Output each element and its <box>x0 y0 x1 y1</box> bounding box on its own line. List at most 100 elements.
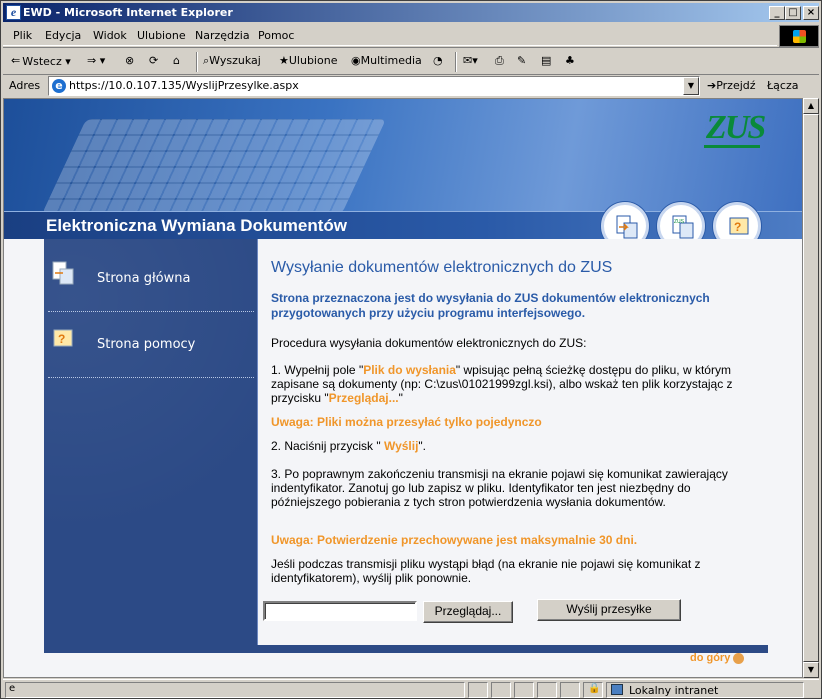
toolbar-separator <box>455 52 457 72</box>
intranet-icon <box>611 684 623 695</box>
favorites-button[interactable]: ★Ulubione <box>279 54 337 67</box>
file-path-input[interactable] <box>263 601 417 621</box>
go-button[interactable]: ➔Przejdź <box>707 79 756 92</box>
zone-panel: Lokalny intranet <box>606 682 804 698</box>
refresh-icon[interactable]: ⟳ <box>149 54 158 67</box>
status-slot <box>514 682 534 698</box>
intro-text: Strona przeznaczona jest do wysyłania do… <box>271 291 710 320</box>
address-dropdown-icon[interactable]: ▼ <box>683 77 699 95</box>
page-icon: e <box>52 79 66 93</box>
address-input[interactable]: e https://10.0.107.135/WyslijPrzesylke.a… <box>48 76 700 96</box>
messenger-icon[interactable]: ♣ <box>565 54 575 67</box>
procedure-text: Procedura wysyłania dokumentów elektroni… <box>271 336 587 350</box>
media-button[interactable]: ◉Multimedia <box>351 54 422 67</box>
help-icon: ? <box>53 329 73 347</box>
back-button[interactable]: ⇐ Wstecz ▾ <box>11 54 71 70</box>
menu-edycja[interactable]: Edycja <box>45 29 81 42</box>
menu-widok[interactable]: Widok <box>93 29 127 42</box>
toolbar: ⇐ Wstecz ▾ ⇒ ▾ ⊗ ⟳ ⌂ ⌕Wyszukaj ★Ulubione … <box>3 47 819 75</box>
step-2-text: 2. Naciśnij przycisk " <box>271 439 384 453</box>
back-arrow-icon: ⇐ <box>11 54 21 67</box>
menu-bar: Plik Edycja Widok Ulubione Narzędzia Pom… <box>3 25 777 46</box>
browse-highlight: Przeglądaj... <box>328 391 399 405</box>
favorites-icon: ★ <box>279 54 289 67</box>
go-arrow-icon: ➔ <box>707 79 717 92</box>
main-content: Wysyłanie dokumentów elektronicznych do … <box>261 239 767 645</box>
svg-text:ZUS: ZUS <box>674 219 685 225</box>
zus-logo-underline <box>704 145 760 148</box>
print-icon[interactable]: ⎙ <box>495 54 504 68</box>
divider <box>48 377 254 378</box>
toolbar-separator <box>196 52 198 72</box>
history-icon[interactable]: ◔ <box>433 54 443 67</box>
step-1-text: 1. Wypełnij pole " <box>271 363 364 377</box>
scroll-down-icon[interactable]: ▼ <box>803 662 819 678</box>
step-1-text: " <box>398 391 403 405</box>
minimize-button[interactable]: _ <box>769 6 785 20</box>
forward-button[interactable]: ⇒ ▾ <box>87 54 105 67</box>
step-2-text: ". <box>418 439 427 453</box>
vertical-scrollbar[interactable]: ▲ ▼ <box>803 98 819 678</box>
zus-document-icon: ZUS <box>672 215 694 239</box>
warning-single-file: Uwaga: Pliki można przesyłać tylko pojed… <box>271 415 542 429</box>
keyboard-image <box>41 119 387 214</box>
menu-pomoc[interactable]: Pomoc <box>258 29 294 42</box>
stop-icon[interactable]: ⊗ <box>125 54 134 67</box>
browse-button[interactable]: Przeglądaj... <box>423 601 513 623</box>
discuss-icon[interactable]: ▤ <box>541 54 551 67</box>
lock-icon: 🔒 <box>583 682 603 698</box>
back-to-top-link[interactable]: do góry <box>690 652 745 664</box>
page-status-icon: e <box>9 683 16 694</box>
title-bar: e EWD - Microsoft Internet Explorer _ □ … <box>3 3 819 22</box>
close-button[interactable]: × <box>803 6 819 20</box>
status-slot <box>491 682 511 698</box>
links-button[interactable]: Łącza <box>767 79 799 92</box>
address-bar: Adres e https://10.0.107.135/WyslijPrzes… <box>3 75 819 97</box>
menu-narzedzia[interactable]: Narzędzia <box>195 29 250 42</box>
address-url: https://10.0.107.135/WyslijPrzesylke.asp… <box>69 79 299 92</box>
windows-logo-icon <box>779 25 819 47</box>
step-2: 2. Naciśnij przycisk " Wyślij". <box>271 439 761 453</box>
help-icon: ? <box>729 217 749 235</box>
page-title: Wysyłanie dokumentów elektronicznych do … <box>271 259 613 276</box>
address-label: Adres <box>9 79 41 92</box>
edit-icon[interactable]: ✎ <box>517 54 526 67</box>
mail-icon[interactable]: ✉▾ <box>463 54 478 67</box>
page-viewport: Elektroniczna Wymiana Dokumentów ZUS ZUS… <box>3 98 803 678</box>
footer-band <box>44 645 768 653</box>
warning-retention: Uwaga: Potwierdzenie przechowywane jest … <box>271 533 638 547</box>
step-1: 1. Wypełnij pole "Plik do wysłania" wpis… <box>271 363 761 405</box>
error-note: Jeśli podczas transmisji pliku wystąpi b… <box>271 557 701 585</box>
send-button[interactable]: Wyślij przesyłke <box>537 599 681 621</box>
scroll-up-icon[interactable]: ▲ <box>803 98 819 114</box>
browser-window: e EWD - Microsoft Internet Explorer _ □ … <box>0 0 822 699</box>
status-slot <box>537 682 557 698</box>
status-slot <box>468 682 488 698</box>
field-name-highlight: Plik do wysłania <box>363 363 456 377</box>
step-3: 3. Po poprawnym zakończeniu transmisji n… <box>271 467 728 509</box>
forward-arrow-icon: ⇒ <box>87 54 97 67</box>
back-to-top-label: do góry <box>690 652 731 664</box>
search-button[interactable]: ⌕Wyszukaj <box>203 54 261 68</box>
document-arrow-icon <box>52 261 74 285</box>
status-slot <box>560 682 580 698</box>
back-label: Wstecz <box>22 55 62 68</box>
menu-plik[interactable]: Plik <box>13 29 32 42</box>
sidebar-item-home[interactable]: Strona główna <box>44 239 258 305</box>
site-title: Elektroniczna Wymiana Dokumentów <box>46 216 348 235</box>
window-title: EWD - Microsoft Internet Explorer <box>23 6 233 19</box>
media-label: Multimedia <box>360 54 422 67</box>
menu-ulubione[interactable]: Ulubione <box>137 29 186 42</box>
home-icon[interactable]: ⌂ <box>173 54 180 67</box>
scroll-thumb[interactable] <box>803 114 819 662</box>
search-label: Wyszukaj <box>209 54 261 67</box>
svg-text:?: ? <box>734 220 741 234</box>
favorites-label: Ulubione <box>288 54 338 67</box>
zus-logo: ZUS <box>706 109 766 146</box>
maximize-button[interactable]: □ <box>785 6 801 20</box>
status-bar: e 🔒 Lokalny intranet <box>3 679 819 698</box>
status-main: e <box>5 682 465 698</box>
sidebar-item-help[interactable]: ? Strona pomocy <box>44 305 258 371</box>
sidebar: Strona główna ? Strona pomocy <box>44 239 258 645</box>
media-icon: ◉ <box>351 54 361 67</box>
